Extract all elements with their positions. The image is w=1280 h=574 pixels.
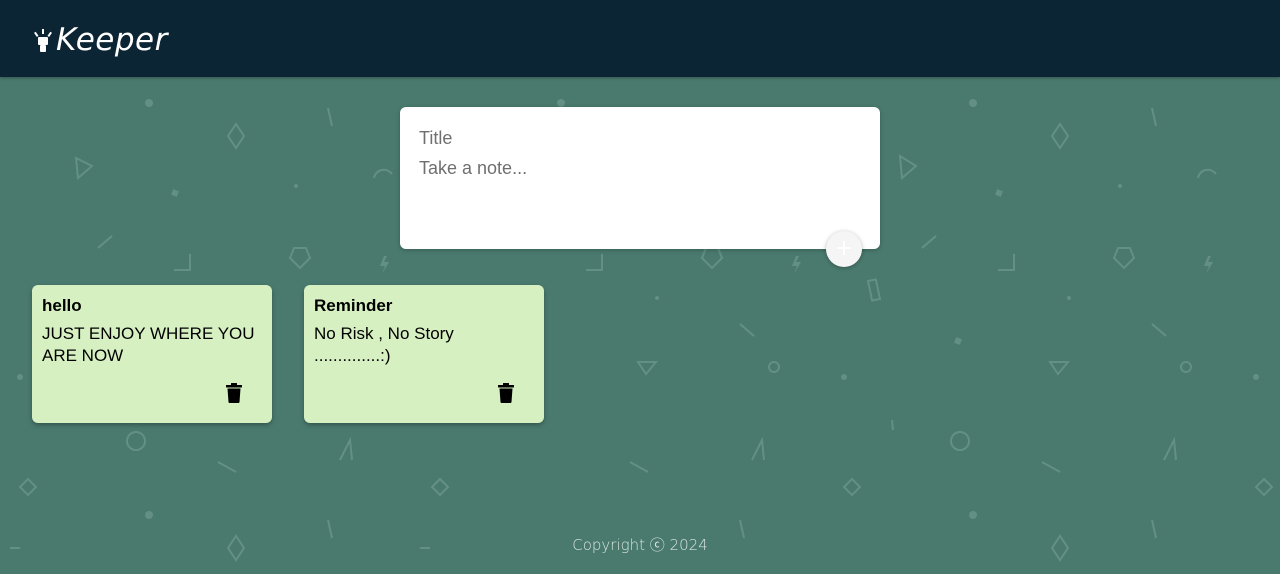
note-card: hello JUST ENJOY WHERE YOU ARE NOW: [32, 285, 272, 423]
note-title: Reminder: [314, 296, 393, 315]
note-content: No Risk , No Story ..............:): [314, 324, 454, 365]
delete-note-button[interactable]: [224, 383, 244, 405]
note-content: JUST ENJOY WHERE YOU ARE NOW: [42, 324, 255, 365]
lightbulb-icon: [34, 28, 52, 52]
delete-note-button[interactable]: [496, 383, 516, 405]
trash-icon: [498, 383, 514, 406]
copyright-text: Copyright ⓒ 2024: [572, 536, 708, 554]
brand[interactable]: Keeper: [34, 20, 168, 60]
title-input[interactable]: [419, 127, 859, 149]
trash-icon: [226, 383, 242, 406]
app-header: Keeper: [0, 0, 1280, 77]
note-title: hello: [42, 296, 82, 315]
brand-name: Keeper: [56, 22, 168, 58]
create-note-form: [400, 107, 880, 249]
add-note-button[interactable]: [826, 231, 862, 267]
footer: Copyright ⓒ 2024: [0, 535, 1280, 555]
note-content-input[interactable]: [419, 157, 859, 237]
plus-icon: [836, 240, 852, 259]
note-card: Reminder No Risk , No Story ............…: [304, 285, 544, 423]
